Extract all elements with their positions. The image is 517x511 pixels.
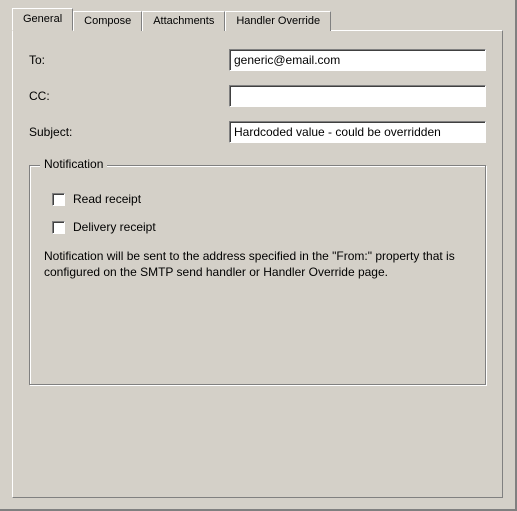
input-cc[interactable] bbox=[229, 85, 486, 107]
label-delivery-receipt[interactable]: Delivery receipt bbox=[73, 220, 156, 234]
groupbox-legend: Notification bbox=[40, 157, 107, 171]
checkbox-read-receipt[interactable] bbox=[52, 193, 65, 206]
dialog-panel: General Compose Attachments Handler Over… bbox=[0, 0, 517, 511]
tab-attachments[interactable]: Attachments bbox=[142, 11, 225, 31]
checkbox-delivery-receipt[interactable] bbox=[52, 221, 65, 234]
tab-strip: General Compose Attachments Handler Over… bbox=[12, 8, 503, 30]
notification-description: Notification will be sent to the address… bbox=[44, 248, 471, 280]
tab-handler-override[interactable]: Handler Override bbox=[225, 11, 331, 31]
tab-panel-general: To: CC: Subject: Notification Read recei… bbox=[12, 30, 503, 498]
tab-compose[interactable]: Compose bbox=[73, 11, 142, 31]
row-delivery-receipt: Delivery receipt bbox=[52, 220, 471, 234]
label-to: To: bbox=[29, 53, 229, 67]
row-to: To: bbox=[29, 49, 486, 71]
tab-general[interactable]: General bbox=[12, 8, 73, 31]
label-subject: Subject: bbox=[29, 125, 229, 139]
label-cc: CC: bbox=[29, 89, 229, 103]
label-read-receipt[interactable]: Read receipt bbox=[73, 192, 141, 206]
groupbox-notification: Notification Read receipt Delivery recei… bbox=[29, 165, 486, 385]
input-to[interactable] bbox=[229, 49, 486, 71]
row-subject: Subject: bbox=[29, 121, 486, 143]
row-cc: CC: bbox=[29, 85, 486, 107]
input-subject[interactable] bbox=[229, 121, 486, 143]
row-read-receipt: Read receipt bbox=[52, 192, 471, 206]
